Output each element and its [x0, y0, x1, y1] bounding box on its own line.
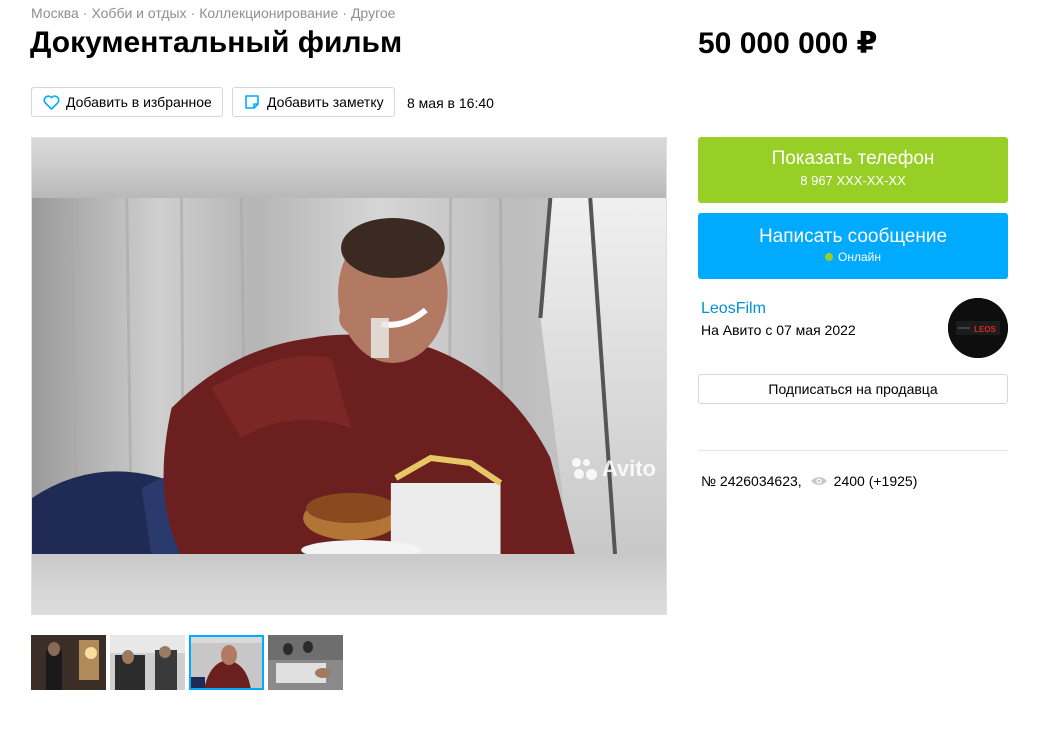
listing-number: № 2426034623,: [701, 473, 802, 489]
breadcrumb-separator: ·: [82, 5, 88, 21]
breadcrumb-item-hobby[interactable]: Хобби и отдых: [91, 5, 186, 21]
views-count: 2400 (+1925): [833, 473, 918, 489]
show-phone-button[interactable]: Показать телефон 8 967 XXX-XX-XX: [698, 137, 1008, 203]
photo-scene-image: [32, 198, 666, 556]
add-to-favorites-label: Добавить в избранное: [66, 94, 212, 110]
breadcrumb-item-collecting[interactable]: Коллекционирование: [199, 5, 338, 21]
online-status-label: Онлайн: [838, 250, 881, 264]
main-photo[interactable]: Avito: [31, 137, 667, 615]
seller-since: На Авито с 07 мая 2022: [701, 322, 856, 338]
subscribe-to-seller-button[interactable]: Подписаться на продавца: [698, 374, 1008, 404]
write-message-label: Написать сообщение: [758, 226, 948, 247]
online-indicator-icon: [825, 253, 834, 261]
listing-price: 50 000 000 ₽: [698, 27, 878, 60]
photo-blur-bottom: [32, 554, 666, 614]
page-title: Документальный фильм: [30, 26, 403, 59]
listing-date: 8 мая в 16:40: [407, 95, 494, 111]
avatar-logo-text: LEOS: [974, 325, 996, 334]
write-message-button[interactable]: Написать сообщение Онлайн: [698, 213, 1008, 279]
breadcrumb-item-other[interactable]: Другое: [351, 5, 395, 21]
note-icon: [243, 93, 261, 111]
online-status: Онлайн: [825, 250, 881, 264]
thumbnail-3-active[interactable]: [189, 635, 264, 690]
add-note-button[interactable]: Добавить заметку: [232, 87, 395, 117]
subscribe-label: Подписаться на продавца: [768, 381, 938, 397]
thumbnail-1[interactable]: [31, 635, 106, 690]
divider: [698, 450, 1008, 451]
add-note-label: Добавить заметку: [267, 94, 384, 110]
show-phone-label: Показать телефон: [771, 148, 935, 169]
breadcrumb-item-city[interactable]: Москва: [31, 5, 79, 21]
breadcrumb-separator: ·: [190, 5, 196, 21]
avito-watermark: Avito: [571, 456, 656, 482]
add-to-favorites-button[interactable]: Добавить в избранное: [31, 87, 223, 117]
thumbnail-4[interactable]: [268, 635, 343, 690]
listing-meta: № 2426034623, 2400 (+1925): [701, 473, 917, 489]
seller-name-link[interactable]: LeosFilm: [701, 300, 766, 318]
avito-watermark-text: Avito: [601, 456, 656, 481]
thumbnail-2[interactable]: [110, 635, 185, 690]
eye-icon: [810, 475, 828, 487]
breadcrumb-separator: ·: [342, 5, 347, 21]
heart-icon: [42, 93, 60, 111]
masked-phone-number: 8 967 XXX-XX-XX: [800, 173, 906, 188]
seller-avatar[interactable]: LEOS: [948, 298, 1008, 358]
thumbnail-strip: [31, 635, 343, 690]
avito-logo-icon: [571, 458, 598, 480]
breadcrumb: Москва · Хобби и отдых · Коллекционирование ·…: [31, 5, 395, 21]
photo-blur-top: [32, 138, 666, 198]
